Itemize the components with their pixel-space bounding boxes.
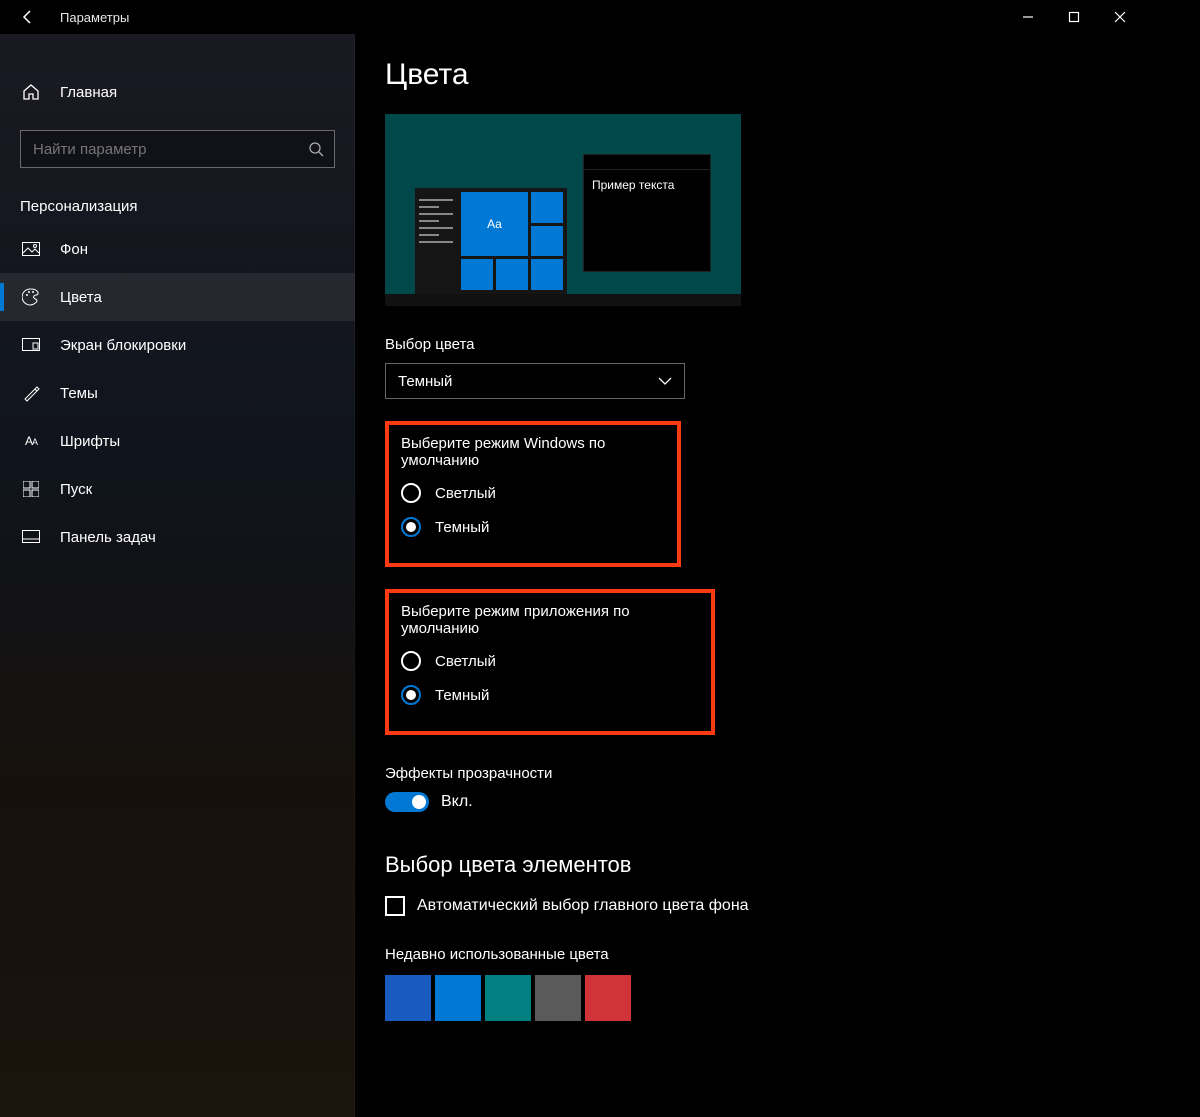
windows-mode-dark-radio[interactable]: Темный (401, 517, 665, 537)
dropdown-value: Темный (398, 373, 452, 390)
back-button[interactable] (14, 3, 42, 31)
transparency-state: Вкл. (441, 793, 473, 811)
sidebar-item-label: Экран блокировки (60, 337, 186, 354)
start-icon (20, 478, 42, 500)
sidebar-item-label: Пуск (60, 481, 92, 498)
fonts-icon: AA (20, 430, 42, 452)
app-mode-group: Выберите режим приложения по умолчанию С… (385, 589, 715, 735)
preview-tile-aa: Aa (461, 192, 528, 256)
search-icon (308, 141, 324, 157)
home-nav[interactable]: Главная (0, 68, 355, 116)
radio-label: Темный (435, 519, 489, 536)
transparency-toggle[interactable] (385, 792, 429, 812)
close-icon (1114, 11, 1126, 23)
windows-mode-label: Выберите режим Windows по умолчанию (401, 435, 665, 469)
app-mode-light-radio[interactable]: Светлый (401, 651, 699, 671)
radio-label: Темный (435, 687, 489, 704)
sidebar-item-label: Шрифты (60, 433, 120, 450)
window-title: Параметры (60, 10, 129, 25)
auto-pick-checkbox[interactable]: Автоматический выбор главного цвета фона (385, 896, 1143, 916)
choose-color-label: Выбор цвета (385, 336, 1143, 353)
color-swatch[interactable] (585, 975, 631, 1021)
search-input-container[interactable] (20, 130, 335, 168)
picture-icon (20, 238, 42, 260)
arrow-left-icon (20, 9, 36, 25)
windows-mode-group: Выберите режим Windows по умолчанию Свет… (385, 421, 681, 567)
color-swatch[interactable] (435, 975, 481, 1021)
color-swatch[interactable] (385, 975, 431, 1021)
sidebar-item-taskbar[interactable]: Панель задач (0, 513, 355, 561)
transparency-label: Эффекты прозрачности (385, 765, 1143, 782)
home-label: Главная (60, 84, 117, 101)
palette-icon (20, 286, 42, 308)
preview-sample-text: Пример текста (584, 170, 710, 200)
color-swatch[interactable] (535, 975, 581, 1021)
maximize-button[interactable] (1051, 0, 1097, 34)
sidebar-item-label: Цвета (60, 289, 102, 306)
sidebar-item-fonts[interactable]: AA Шрифты (0, 417, 355, 465)
themes-icon (20, 382, 42, 404)
sidebar-item-colors[interactable]: Цвета (0, 273, 355, 321)
recent-colors (385, 975, 1143, 1021)
color-preview: Aa Пример текста (385, 114, 741, 306)
accent-color-title: Выбор цвета элементов (385, 852, 1143, 878)
sidebar-item-start[interactable]: Пуск (0, 465, 355, 513)
home-icon (20, 81, 42, 103)
sidebar-item-label: Фон (60, 241, 88, 258)
page-title: Цвета (385, 58, 1143, 92)
sidebar: Главная Персонализация Фон Цвета Экран б… (0, 34, 355, 1117)
sidebar-item-label: Темы (60, 385, 98, 402)
windows-mode-light-radio[interactable]: Светлый (401, 483, 665, 503)
sidebar-item-label: Панель задач (60, 529, 156, 546)
app-mode-dark-radio[interactable]: Темный (401, 685, 699, 705)
minimize-button[interactable] (1005, 0, 1051, 34)
checkbox-label: Автоматический выбор главного цвета фона (417, 897, 749, 915)
color-swatch[interactable] (485, 975, 531, 1021)
close-button[interactable] (1097, 0, 1143, 34)
maximize-icon (1068, 11, 1080, 23)
minimize-icon (1022, 11, 1034, 23)
radio-label: Светлый (435, 485, 496, 502)
section-title: Персонализация (0, 184, 355, 225)
radio-label: Светлый (435, 653, 496, 670)
lockscreen-icon (20, 334, 42, 356)
main-content: Цвета Aa Пример текста Выбор ц (355, 34, 1143, 1117)
chevron-down-icon (658, 377, 672, 385)
sidebar-item-lockscreen[interactable]: Экран блокировки (0, 321, 355, 369)
recent-colors-label: Недавно использованные цвета (385, 946, 1143, 963)
sidebar-item-themes[interactable]: Темы (0, 369, 355, 417)
choose-color-dropdown[interactable]: Темный (385, 363, 685, 399)
sidebar-item-background[interactable]: Фон (0, 225, 355, 273)
app-mode-label: Выберите режим приложения по умолчанию (401, 603, 699, 637)
taskbar-icon (20, 526, 42, 548)
search-input[interactable] (31, 140, 308, 159)
